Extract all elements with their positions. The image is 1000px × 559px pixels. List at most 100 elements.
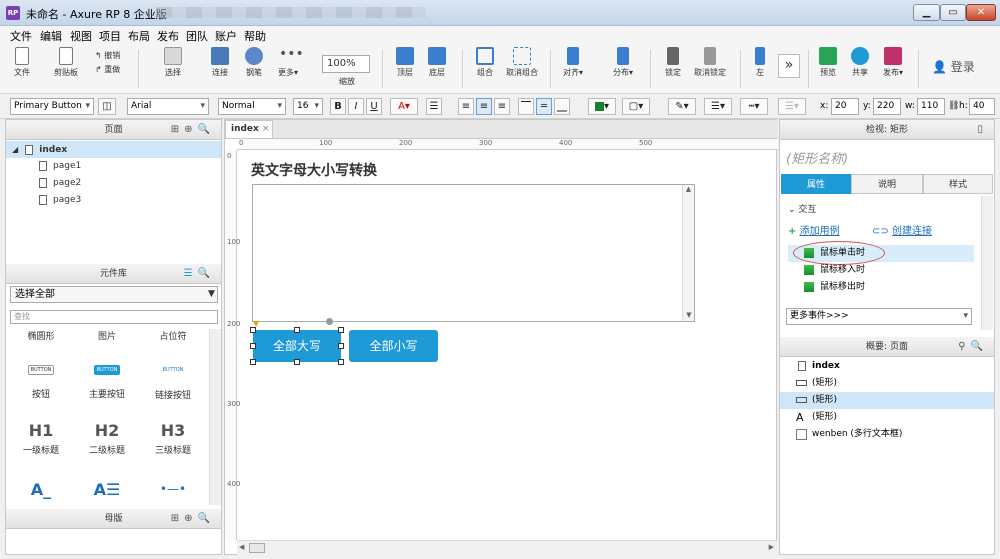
page-tree-index[interactable]: ◢ index <box>6 141 221 158</box>
menu-account[interactable]: 账户 <box>215 28 237 44</box>
close-tab-icon[interactable]: × <box>262 124 270 134</box>
widget-h2[interactable]: H2 二级标题 <box>72 421 142 456</box>
valign-middle-icon[interactable]: ═ <box>536 98 552 115</box>
style-options-icon[interactable]: ◫ <box>98 98 116 115</box>
menu-help[interactable]: 帮助 <box>244 28 266 44</box>
x-input[interactable]: 20 <box>831 98 859 115</box>
text-label-icon[interactable]: A_ <box>6 480 76 499</box>
masters-panel-icons[interactable]: ⊞⊕🔍 <box>171 509 215 529</box>
redo-button[interactable]: ↱ 重做 <box>95 64 129 75</box>
add-case-link[interactable]: + 添加用例 <box>788 222 840 237</box>
scroll-down-icon[interactable]: ▼ <box>683 311 695 319</box>
preview-button[interactable]: 预览 <box>814 47 842 78</box>
scroll-up-icon[interactable]: ▲ <box>683 185 694 193</box>
page-tree-page1[interactable]: page1 <box>6 158 221 175</box>
widget-button[interactable]: BUTTON 按钮 <box>6 364 76 400</box>
connect-tool[interactable]: 连接 <box>206 47 234 78</box>
valign-top-icon[interactable]: ⎺ <box>518 98 534 115</box>
select-tool[interactable]: 选择 <box>148 47 198 78</box>
more-events-select[interactable]: 更多事件>>> <box>786 308 972 325</box>
resize-handle[interactable] <box>338 343 344 349</box>
menu-layout[interactable]: 布局 <box>128 28 150 44</box>
aspect-lock-icon[interactable]: ⛓ <box>948 101 959 111</box>
maximize-button[interactable]: ▭ <box>940 4 966 21</box>
italic-button[interactable]: I <box>348 98 364 115</box>
left-panel-toggle[interactable]: 左 <box>748 47 772 78</box>
outline-item[interactable]: (矩形) <box>780 375 994 392</box>
pages-panel-icons[interactable]: ⊞⊕🔍 <box>171 120 215 140</box>
wenben-textarea[interactable]: ▲ ▼ <box>252 184 695 322</box>
widget-primary-button[interactable]: BUTTON 主要按钮 <box>72 364 142 400</box>
align-center-icon[interactable]: ≡ <box>476 98 492 115</box>
expand-icon[interactable]: » <box>778 54 800 78</box>
font-weight-select[interactable]: Normal <box>218 98 286 115</box>
line-style-button[interactable]: ┅▾ <box>740 98 768 115</box>
widget-image[interactable]: 图片 <box>72 329 142 342</box>
font-family-select[interactable]: Arial <box>127 98 209 115</box>
notes-icon[interactable]: ▯ <box>977 120 988 140</box>
resize-handle[interactable] <box>294 327 300 333</box>
y-input[interactable]: 220 <box>873 98 901 115</box>
resize-handle[interactable] <box>250 359 256 365</box>
align-left-icon[interactable]: ≡ <box>458 98 474 115</box>
library-scrollbar[interactable] <box>209 329 221 505</box>
rotate-handle-icon[interactable] <box>326 318 333 325</box>
library-search-input[interactable]: 查找 <box>10 310 218 324</box>
publish-button[interactable]: 发布▾ <box>878 47 908 78</box>
resize-handle[interactable] <box>338 327 344 333</box>
align-button[interactable]: 对齐▾ <box>558 47 588 78</box>
scroll-right-icon[interactable]: ▶ <box>769 543 774 551</box>
more-tools-button[interactable]: ••• 更多▾ <box>272 47 304 78</box>
resize-handle[interactable] <box>294 359 300 365</box>
library-panel-icons[interactable]: ☰🔍 <box>184 264 215 284</box>
bring-to-top-button[interactable]: 顶层 <box>390 47 420 78</box>
fill-color-button[interactable]: ▾ <box>588 98 616 115</box>
tab-notes[interactable]: 说明 <box>851 174 923 194</box>
horizontal-line-icon[interactable]: •—• <box>138 482 208 496</box>
inspector-scrollbar[interactable] <box>981 196 993 330</box>
menu-view[interactable]: 视图 <box>70 28 92 44</box>
paragraph-icon[interactable]: A☰ <box>72 480 142 499</box>
canvas-horizontal-scrollbar[interactable]: ◀ ▶ <box>237 540 778 555</box>
page-tree-page3[interactable]: page3 <box>6 192 221 209</box>
bold-button[interactable]: B <box>330 98 346 115</box>
align-right-icon[interactable]: ≡ <box>494 98 510 115</box>
resize-handle[interactable] <box>250 327 256 333</box>
menu-edit[interactable]: 编辑 <box>40 28 62 44</box>
event-onmouseenter[interactable]: 鼠标移入时 <box>788 262 974 279</box>
line-color-button[interactable]: ✎▾ <box>668 98 696 115</box>
menu-team[interactable]: 团队 <box>186 28 208 44</box>
valign-bottom-icon[interactable]: ⎽ <box>554 98 570 115</box>
event-onmouseout[interactable]: 鼠标移出时 <box>788 279 974 296</box>
uppercase-all-button[interactable]: 全部大写 <box>253 330 341 362</box>
underline-button[interactable]: U <box>366 98 382 115</box>
outline-item-selected[interactable]: (矩形) <box>780 392 994 409</box>
ungroup-button[interactable]: 取消组合 <box>502 47 542 78</box>
send-to-bottom-button[interactable]: 底层 <box>422 47 452 78</box>
tab-index[interactable]: index × <box>225 120 273 138</box>
widget-placeholder[interactable]: 占位符 <box>138 329 208 342</box>
file-button[interactable]: 文件 <box>8 47 36 78</box>
menu-publish[interactable]: 发布 <box>157 28 179 44</box>
outline-filter-icons[interactable]: ⚲🔍 <box>958 337 988 357</box>
login-button[interactable]: 👤 登录 <box>932 58 975 75</box>
bullet-list-icon[interactable]: ☰ <box>426 98 442 115</box>
create-link-link[interactable]: ⊂⊃ 创建连接 <box>872 222 932 237</box>
interaction-section[interactable]: ⌄ 交互 <box>788 202 816 215</box>
textarea-scrollbar[interactable]: ▲ ▼ <box>682 185 694 321</box>
pen-tool[interactable]: 钢笔 <box>240 47 268 78</box>
outline-page-root[interactable]: index <box>780 358 994 375</box>
lowercase-all-button[interactable]: 全部小写 <box>349 330 438 362</box>
outline-item[interactable]: wenben (多行文本框) <box>780 426 994 443</box>
scroll-thumb[interactable] <box>249 543 265 553</box>
clipboard-button[interactable]: 剪贴板 <box>46 47 86 78</box>
shape-name-input[interactable]: (矩形名称) <box>786 148 848 167</box>
outline-item[interactable]: A (矩形) <box>780 409 994 426</box>
arrow-style-button[interactable]: ☰▾ <box>778 98 806 115</box>
scroll-left-icon[interactable]: ◀ <box>239 543 244 551</box>
menu-project[interactable]: 项目 <box>99 28 121 44</box>
resize-handle[interactable] <box>338 359 344 365</box>
group-button[interactable]: 组合 <box>470 47 500 78</box>
widget-h1[interactable]: H1 一级标题 <box>6 421 76 456</box>
resize-handle[interactable] <box>250 343 256 349</box>
